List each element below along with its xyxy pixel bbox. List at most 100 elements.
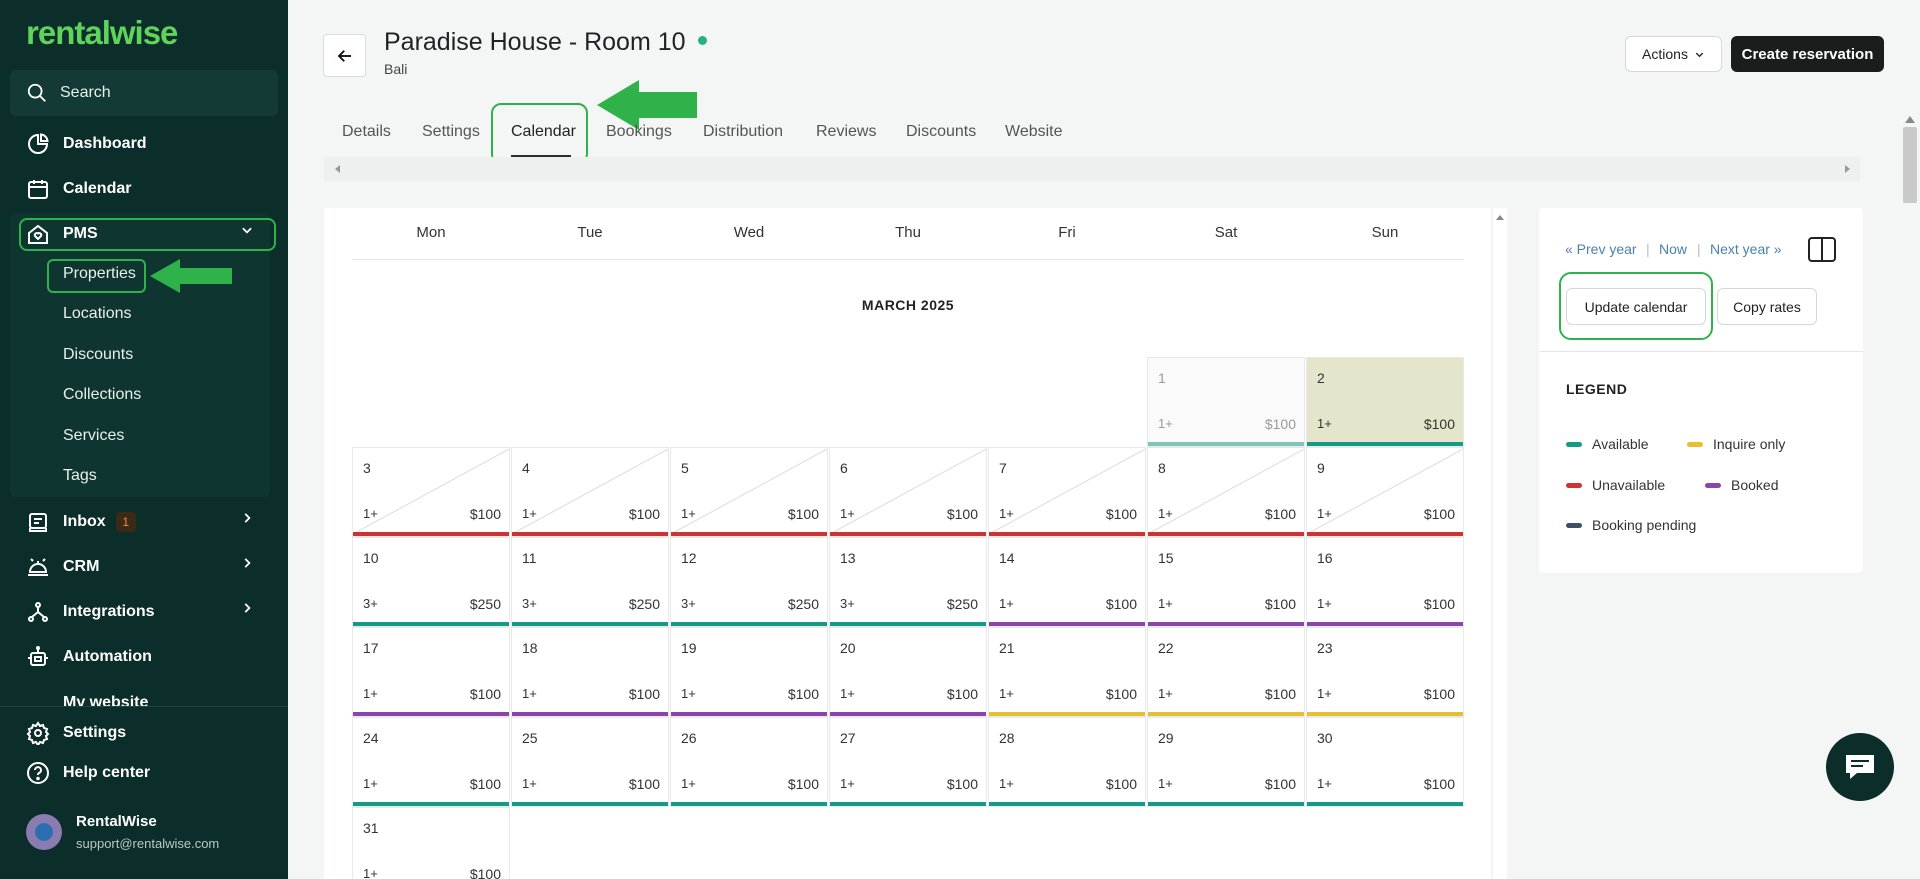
calendar-day-cell[interactable]: 13 3+ $250	[829, 537, 987, 627]
calendar-day-cell[interactable]: 24 1+ $100	[352, 717, 510, 807]
user-name: RentalWise	[76, 813, 157, 830]
calendar-day-cell[interactable]: 20 1+ $100	[829, 627, 987, 717]
calendar-day-cell[interactable]: 9 1+ $100	[1306, 447, 1464, 537]
copy-rates-button[interactable]: Copy rates	[1717, 288, 1817, 325]
calendar-day-cell[interactable]: 19 1+ $100	[670, 627, 828, 717]
calendar-day-cell[interactable]: 10 3+ $250	[352, 537, 510, 627]
app-logo[interactable]: rentalwise	[26, 14, 178, 52]
calendar-day-cell[interactable]: 14 1+ $100	[988, 537, 1146, 627]
calendar-day-cell[interactable]: 12 3+ $250	[670, 537, 828, 627]
create-reservation-button[interactable]: Create reservation	[1731, 36, 1884, 72]
page-scrollbar[interactable]	[1900, 113, 1920, 879]
scroll-up-arrow[interactable]	[1905, 116, 1915, 124]
nav-inbox[interactable]: Inbox 1	[26, 507, 251, 537]
actions-button[interactable]: Actions	[1625, 36, 1722, 72]
calendar-day-cell[interactable]: 27 1+ $100	[829, 717, 987, 807]
pie-chart-icon	[26, 132, 50, 156]
calendar-day-cell[interactable]: 4 1+ $100	[511, 447, 669, 537]
chevron-right-icon	[244, 603, 251, 613]
tab-settings[interactable]: Settings	[422, 123, 480, 141]
day-number: 10	[363, 550, 379, 566]
nav-inbox-label: Inbox	[63, 513, 106, 530]
calendar-day-cell[interactable]: 26 1+ $100	[670, 717, 828, 807]
search-input[interactable]: Search	[10, 70, 278, 116]
calendar-day-cell[interactable]: 30 1+ $100	[1306, 717, 1464, 807]
min-stay: 1+	[681, 506, 696, 521]
tab-discounts[interactable]: Discounts	[906, 123, 976, 141]
min-stay: 1+	[363, 506, 378, 521]
nav-crm[interactable]: CRM	[26, 552, 251, 582]
day-number: 31	[363, 820, 379, 836]
calendar-day-cell[interactable]: 23 1+ $100	[1306, 627, 1464, 717]
pms-item-properties[interactable]: Properties	[63, 265, 136, 283]
nav-calendar[interactable]: Calendar	[26, 174, 131, 204]
calendar-day-cell[interactable]: 11 3+ $250	[511, 537, 669, 627]
now-link[interactable]: Now	[1659, 241, 1687, 257]
chat-button[interactable]	[1826, 733, 1894, 801]
day-number: 29	[1158, 730, 1174, 746]
tab-website[interactable]: Website	[1005, 123, 1063, 141]
calendar-day-cell[interactable]: 28 1+ $100	[988, 717, 1146, 807]
nav-settings[interactable]: Settings	[26, 718, 126, 748]
legend-title: LEGEND	[1566, 381, 1628, 397]
nav-my-website[interactable]: My website	[26, 686, 148, 706]
nav-integrations[interactable]: Integrations	[26, 597, 251, 627]
update-calendar-button[interactable]: Update calendar	[1566, 288, 1706, 325]
calendar-day-cell[interactable]: 16 1+ $100	[1306, 537, 1464, 627]
status-bar-booked	[1307, 622, 1463, 626]
calendar-day-cell[interactable]: 22 1+ $100	[1147, 627, 1305, 717]
calendar-day-cell[interactable]: 8 1+ $100	[1147, 447, 1305, 537]
calendar-day-cell[interactable]: 1 1+ $100	[1147, 357, 1305, 447]
calendar-day-cell[interactable]: 15 1+ $100	[1147, 537, 1305, 627]
tab-details[interactable]: Details	[342, 123, 391, 141]
calendar-day-cell[interactable]: 2 1+ $100	[1306, 357, 1464, 447]
split-view-icon[interactable]	[1808, 237, 1836, 262]
nav-dashboard[interactable]: Dashboard	[26, 129, 147, 159]
status-bar-inquire	[1148, 712, 1304, 716]
calendar-day-cell[interactable]: 7 1+ $100	[988, 447, 1146, 537]
tab-distribution[interactable]: Distribution	[703, 123, 783, 141]
calendar-day-cell[interactable]: 5 1+ $100	[670, 447, 828, 537]
pms-item-collections[interactable]: Collections	[63, 386, 141, 404]
calendar-scrollbar[interactable]	[1493, 208, 1507, 879]
pms-item-locations[interactable]: Locations	[63, 305, 132, 323]
status-dot	[697, 35, 707, 45]
calendar-day-cell[interactable]: 17 1+ $100	[352, 627, 510, 717]
calendar-day-cell[interactable]: 6 1+ $100	[829, 447, 987, 537]
day-price: $100	[787, 506, 819, 522]
min-stay: 1+	[1158, 686, 1173, 701]
prev-year-link[interactable]: « Prev year	[1565, 241, 1637, 257]
day-price: $100	[1423, 776, 1455, 792]
pms-item-tags[interactable]: Tags	[63, 467, 97, 485]
day-number: 27	[840, 730, 856, 746]
tab-reviews[interactable]: Reviews	[816, 123, 876, 141]
calendar-day-cell[interactable]: 21 1+ $100	[988, 627, 1146, 717]
page-scrollbar-thumb[interactable]	[1903, 127, 1917, 203]
nav-help-center[interactable]: Help center	[26, 758, 150, 788]
help-circle-icon	[26, 761, 50, 785]
pms-item-discounts[interactable]: Discounts	[63, 346, 133, 364]
tab-bookings[interactable]: Bookings	[606, 123, 672, 141]
avatar[interactable]	[26, 814, 62, 850]
legend-swatch	[1687, 441, 1703, 447]
min-stay: 1+	[999, 776, 1014, 791]
gear-icon	[26, 721, 50, 745]
nav-automation[interactable]: Automation	[26, 642, 152, 672]
pms-item-services[interactable]: Services	[63, 427, 124, 445]
calendar-day-cell[interactable]: 18 1+ $100	[511, 627, 669, 717]
status-bar-booked	[512, 712, 668, 716]
back-button[interactable]	[323, 34, 366, 77]
day-number: 1	[1158, 370, 1166, 386]
tabs-scrollbar[interactable]	[324, 157, 1860, 181]
min-stay: 1+	[363, 866, 378, 879]
calendar-day-cell[interactable]: 3 1+ $100	[352, 447, 510, 537]
day-price: $100	[469, 866, 501, 879]
calendar-day-cell[interactable]: 31 1+ $100	[352, 807, 510, 879]
day-price: $100	[1264, 596, 1296, 612]
calendar-day-cell[interactable]: 29 1+ $100	[1147, 717, 1305, 807]
nav-pms[interactable]: PMS	[26, 219, 252, 249]
next-year-link[interactable]: Next year »	[1710, 241, 1782, 257]
calendar-day-cell[interactable]: 25 1+ $100	[511, 717, 669, 807]
min-stay: 1+	[999, 506, 1014, 521]
search-icon	[27, 83, 46, 102]
